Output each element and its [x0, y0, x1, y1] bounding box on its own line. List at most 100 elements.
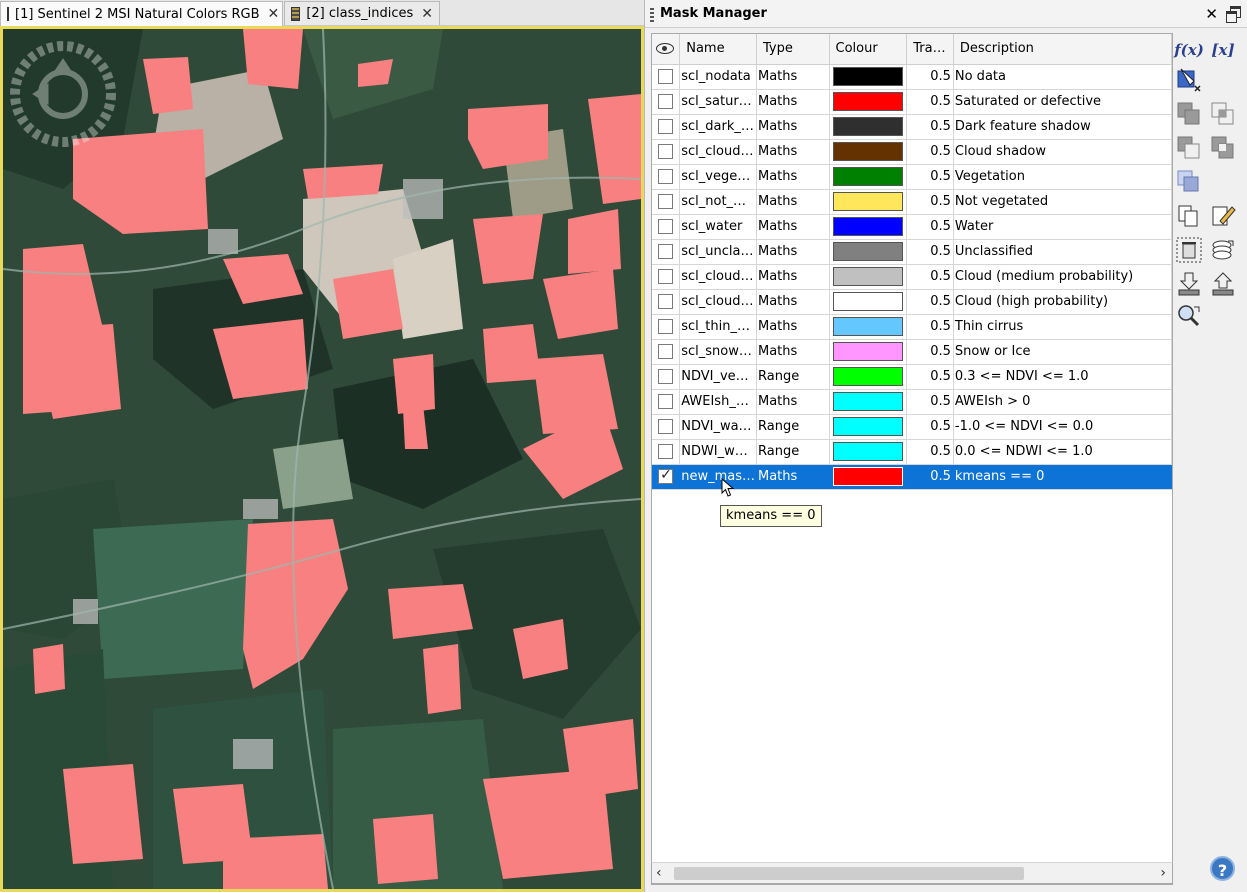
mask-transparency-cell[interactable]: 0.5 [906, 214, 954, 240]
mask-name-cell[interactable]: scl_vege… [679, 164, 757, 190]
colour-swatch[interactable] [832, 117, 903, 136]
mask-row[interactable]: scl_uncla… Maths 0.5 Unclassified [652, 239, 1172, 265]
mask-description-cell[interactable]: Snow or Ice [953, 339, 1172, 365]
visibility-checkbox[interactable] [658, 144, 674, 159]
range-mask-button[interactable]: [x] [1209, 36, 1237, 64]
colour-swatch[interactable] [831, 466, 904, 487]
visibility-checkbox[interactable] [658, 394, 674, 409]
colour-swatch[interactable] [832, 267, 903, 286]
mask-type-cell[interactable]: Maths [756, 239, 830, 265]
delete-mask-button[interactable] [1175, 236, 1203, 264]
mask-colour-cell[interactable] [829, 389, 908, 415]
mask-name-cell[interactable]: new_mas… [679, 464, 757, 490]
xor-button[interactable] [1209, 134, 1237, 162]
mask-description-cell[interactable]: AWEIsh > 0 [953, 389, 1172, 415]
mask-row[interactable]: scl_snow… Maths 0.5 Snow or Ice [652, 339, 1172, 365]
visibility-checkbox[interactable] [658, 444, 674, 459]
mask-colour-cell[interactable] [829, 239, 908, 265]
mask-type-cell[interactable]: Maths [756, 139, 830, 165]
intersection-button[interactable] [1209, 100, 1237, 128]
mask-row[interactable]: NDVI_ve… Range 0.5 0.3 <= NDVI <= 1.0 [652, 364, 1172, 390]
mask-transparency-cell[interactable]: 0.5 [906, 414, 954, 440]
import-mask-button[interactable] [1175, 270, 1203, 298]
colour-swatch[interactable] [832, 142, 903, 161]
mask-colour-cell[interactable] [829, 289, 908, 315]
mask-type-cell[interactable]: Maths [756, 389, 830, 415]
mask-type-cell[interactable]: Maths [756, 114, 830, 140]
mask-row[interactable]: NDVI_wa… Range 0.5 -1.0 <= NDVI <= 0.0 [652, 414, 1172, 440]
mask-name-cell[interactable]: scl_not_… [679, 189, 757, 215]
mask-transparency-cell[interactable]: 0.5 [906, 239, 954, 265]
mask-type-cell[interactable]: Range [756, 364, 830, 390]
mask-type-cell[interactable]: Maths [756, 214, 830, 240]
mask-type-cell[interactable]: Maths [756, 164, 830, 190]
mask-description-cell[interactable]: Dark feature shadow [953, 114, 1172, 140]
mask-transparency-cell[interactable]: 0.5 [906, 439, 954, 465]
mask-colour-cell[interactable] [829, 314, 908, 340]
mask-transparency-cell[interactable]: 0.5 [906, 289, 954, 315]
mask-row[interactable]: scl_vege… Maths 0.5 Vegetation [652, 164, 1172, 190]
mask-row[interactable]: scl_cloud… Maths 0.5 Cloud (medium probabil… [652, 264, 1172, 290]
mask-description-cell[interactable]: 0.3 <= NDVI <= 1.0 [953, 364, 1172, 390]
mask-row[interactable]: scl_cloud… Maths 0.5 Cloud (high probabilit… [652, 289, 1172, 315]
visibility-checkbox[interactable] [658, 419, 674, 434]
mask-description-cell[interactable]: Unclassified [953, 239, 1172, 265]
column-header-name[interactable]: Name [679, 34, 757, 65]
mask-colour-cell[interactable] [829, 89, 908, 115]
visibility-checkbox[interactable] [658, 94, 674, 109]
mask-description-cell[interactable]: Cloud (medium probability) [953, 264, 1172, 290]
help-button[interactable]: ? [1210, 856, 1235, 881]
colour-swatch[interactable] [832, 442, 903, 461]
math-expression-button[interactable]: f(x) [1174, 36, 1204, 64]
mask-name-cell[interactable]: scl_uncla… [679, 239, 757, 265]
colour-swatch[interactable] [832, 367, 903, 386]
mask-transparency-cell[interactable]: 0.5 [906, 464, 954, 490]
colour-swatch[interactable] [832, 217, 903, 236]
mask-name-cell[interactable]: scl_cloud… [679, 289, 757, 315]
mask-description-cell[interactable]: 0.0 <= NDWI <= 1.0 [953, 439, 1172, 465]
mask-name-cell[interactable]: scl_dark_… [679, 114, 757, 140]
mask-description-cell[interactable]: No data [953, 64, 1172, 90]
mask-colour-cell[interactable] [829, 339, 908, 365]
mask-transparency-cell[interactable]: 0.5 [906, 339, 954, 365]
visibility-checkbox[interactable] [658, 467, 674, 484]
mask-description-cell[interactable]: Vegetation [953, 164, 1172, 190]
mask-row[interactable]: scl_dark_… Maths 0.5 Dark feature shadow [652, 114, 1172, 140]
mask-transparency-cell[interactable]: 0.5 [906, 364, 954, 390]
visibility-checkbox[interactable] [658, 219, 674, 234]
mask-type-cell[interactable]: Maths [756, 464, 830, 490]
mask-transparency-cell[interactable]: 0.5 [906, 89, 954, 115]
close-icon[interactable]: ✕ [421, 6, 433, 22]
mask-name-cell[interactable]: scl_cloud… [679, 264, 757, 290]
mask-transparency-cell[interactable]: 0.5 [906, 139, 954, 165]
colour-swatch[interactable] [832, 317, 903, 336]
mask-transparency-cell[interactable]: 0.5 [906, 314, 954, 340]
mask-type-cell[interactable]: Range [756, 439, 830, 465]
mask-row[interactable]: scl_nodata Maths 0.5 No data [652, 64, 1172, 90]
mask-type-cell[interactable]: Maths [756, 64, 830, 90]
colour-swatch[interactable] [832, 342, 903, 361]
mask-colour-cell[interactable] [829, 464, 908, 490]
mask-type-cell[interactable]: Maths [756, 189, 830, 215]
restore-window-icon[interactable] [1226, 6, 1241, 23]
mask-colour-cell[interactable] [829, 164, 908, 190]
mask-description-cell[interactable]: Cloud (high probability) [953, 289, 1172, 315]
column-header-transparency[interactable]: Tra… [906, 34, 954, 65]
mask-type-cell[interactable]: Maths [756, 264, 830, 290]
mask-colour-cell[interactable] [829, 414, 908, 440]
mask-name-cell[interactable]: scl_water [679, 214, 757, 240]
visibility-checkbox[interactable] [658, 319, 674, 334]
mask-name-cell[interactable]: AWEIsh_… [679, 389, 757, 415]
visibility-column-header[interactable] [652, 34, 681, 65]
visibility-checkbox[interactable] [658, 69, 674, 84]
mask-colour-cell[interactable] [829, 364, 908, 390]
mask-transparency-cell[interactable]: 0.5 [906, 389, 954, 415]
visibility-checkbox[interactable] [658, 294, 674, 309]
mask-type-cell[interactable]: Maths [756, 314, 830, 340]
export-mask-button[interactable] [1209, 270, 1237, 298]
visibility-checkbox[interactable] [658, 244, 674, 259]
mask-description-cell[interactable]: Not vegetated [953, 189, 1172, 215]
mask-colour-cell[interactable] [829, 139, 908, 165]
mask-description-cell[interactable]: Cloud shadow [953, 139, 1172, 165]
visibility-checkbox[interactable] [658, 269, 674, 284]
